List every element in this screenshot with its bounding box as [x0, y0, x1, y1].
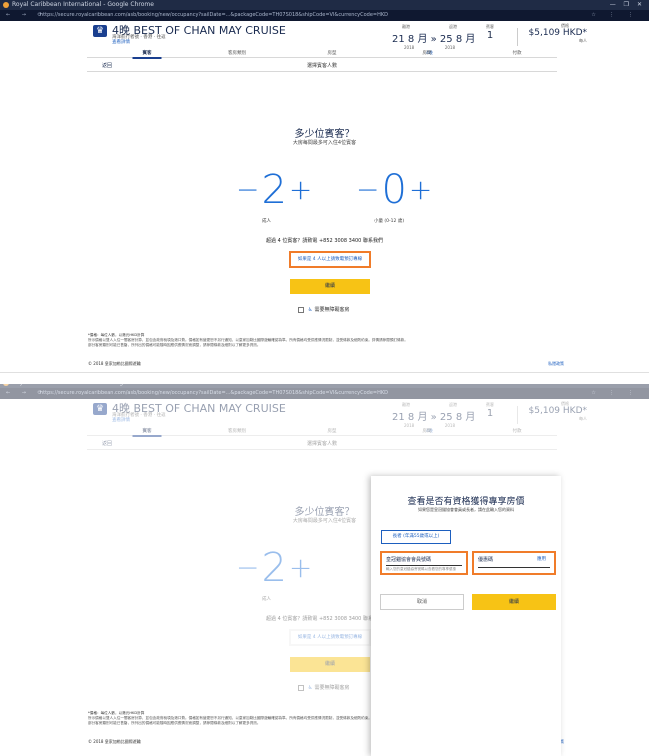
price-amount: $5,109 HKD*: [528, 28, 587, 38]
drawer-continue-button[interactable]: 繼續: [472, 594, 556, 610]
step-room-type[interactable]: 房型: [328, 50, 337, 56]
royal-caribbean-logo-icon[interactable]: ♛: [93, 25, 107, 37]
drawer-title: 查看是否有資格獲得專享房價: [407, 497, 525, 507]
copyright: © 2018 皇家加勒比國際遊輪: [88, 739, 141, 744]
wheelchair-icon: ♿: [308, 307, 313, 313]
window-title: Royal Caribbean International - Google C…: [12, 1, 154, 8]
back-link[interactable]: 返回: [102, 62, 112, 69]
continue-button[interactable]: 繼續: [290, 279, 370, 294]
step-payment[interactable]: 付款: [513, 50, 522, 56]
browser-title-bar: Royal Caribbean International - Google C…: [0, 0, 649, 10]
sub-header-title: 選擇賓客人數: [306, 63, 338, 69]
large-party-note: 超過 4 位賓客？請致電 +852 3008 3400 聯系我們: [266, 238, 383, 244]
sub-header: 返回 選擇賓客人數: [87, 58, 557, 72]
special-rates-drawer: 查看是否有資格獲得專享房價 如果您是皇冠錨協會會員或長者，請在此輸入您的資料 長…: [371, 476, 561, 756]
large-party-link-button[interactable]: 如果是 4 人以上請致電預訂專線: [289, 251, 371, 268]
date-range: 21 8 月 » 25 8 月: [392, 34, 476, 45]
occupancy-subtitle: 大房每間最多可入住4位賓客: [292, 140, 357, 146]
bookmark-icon[interactable]: ☆ ⋮ ⋮: [591, 10, 639, 21]
adults-plus-button[interactable]: +: [289, 170, 312, 210]
accessible-room-label: 需要無障礙客房: [314, 307, 350, 313]
drawer-cancel-button[interactable]: 取消: [380, 594, 464, 610]
sail-dates: 離港返港 21 8 月 » 25 8 月 20182018 4晚: [392, 24, 476, 55]
children-stepper[interactable]: − 0 +: [356, 170, 432, 210]
window-controls[interactable]: — ❐ ✕: [610, 0, 645, 10]
senior-option-button[interactable]: 長者 (年滿55歲或以上): [381, 530, 451, 544]
children-value: 0: [381, 167, 407, 213]
screenshot-divider: [0, 372, 649, 384]
step-guests[interactable]: 賓客: [132, 50, 162, 59]
crown-anchor-number-field[interactable]: 皇冠錨協會會員號碼 輸入您的皇冠錨協會號碼以查看您的專享優惠: [380, 551, 468, 575]
cruise-details-link[interactable]: 查看詳情: [112, 39, 130, 45]
crown-anchor-label: 皇冠錨協會會員號碼: [386, 557, 432, 563]
promo-apply-link[interactable]: 應用: [537, 556, 546, 562]
copyright: © 2018 皇家加勒比國際遊輪: [88, 361, 141, 366]
screenshot-panel-drawer: Royal Caribbean International - Google C…: [0, 378, 649, 756]
footer-disclaimer-2: 部分客房類別可能已售罄，所列出的價格可能隨時因應供應情況而調整，請參閱條款及細則…: [88, 343, 261, 347]
price-summary: 價格 $5,109 HKD* 每人: [517, 23, 587, 46]
url-field[interactable]: https://secure.royalcaribbean.com/asb/bo…: [40, 10, 560, 21]
guest-count: 賓客 1: [479, 24, 501, 41]
promo-code-field[interactable]: 優惠碼 應用: [472, 551, 556, 575]
adults-label: 成人: [262, 219, 271, 224]
adults-minus-button[interactable]: −: [236, 170, 259, 210]
price-per: 每人: [579, 38, 587, 43]
adults-stepper[interactable]: − 2 +: [236, 170, 312, 210]
chrome-icon: [3, 2, 9, 8]
checkbox-box[interactable]: [298, 306, 304, 313]
address-bar[interactable]: ← → ⟳ https://secure.royalcaribbean.com/…: [0, 10, 649, 21]
screenshot-panel-occupancy: Royal Caribbean International - Google C…: [0, 0, 649, 378]
children-plus-button[interactable]: +: [409, 170, 432, 210]
booking-header: ♛ 4晚 BEST OF CHAN MAY CRUISE 海洋航行者號 · 香港…: [87, 22, 587, 55]
promo-underline: [478, 567, 550, 568]
crown-anchor-help: 輸入您的皇冠錨協會號碼以查看您的專享優惠: [386, 565, 462, 572]
step-room-category[interactable]: 客房類別: [228, 50, 246, 56]
guests-value: 1: [486, 30, 494, 41]
drawer-subtitle: 如果您是皇冠錨協會會員或長者，請在此輸入您的資料: [418, 507, 514, 512]
step-room[interactable]: 房間: [423, 50, 432, 56]
price-label: 價格: [561, 23, 569, 28]
children-label: 小童 (0-12 歲): [374, 219, 405, 224]
adults-value: 2: [261, 167, 287, 213]
privacy-link[interactable]: 私隱政策: [548, 361, 564, 366]
occupancy-title: 多少位賓客？: [294, 129, 355, 140]
progress-steps: 賓客 客房類別 房型 房間 付款: [87, 48, 557, 59]
footer: *價格：每位人數，以港元HKD計算 所示價格以雙人入住一間客房計算，並包含政府稅…: [88, 333, 564, 366]
accessible-room-checkbox[interactable]: ♿需要無障礙客房: [298, 306, 350, 313]
children-minus-button[interactable]: −: [356, 170, 379, 210]
